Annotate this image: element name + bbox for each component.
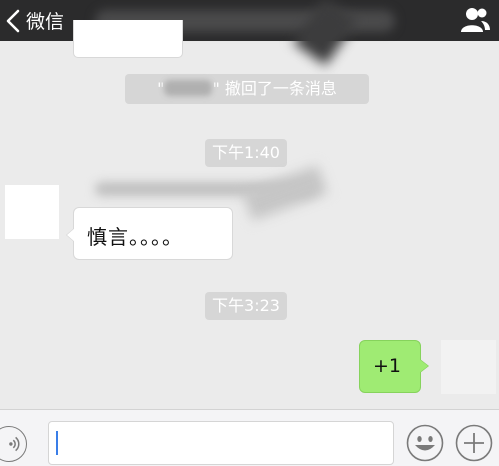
timestamp: 下午1:40 — [205, 139, 287, 167]
text-caret — [56, 431, 58, 455]
back-label: 微信 — [26, 11, 65, 33]
incoming-message-text: 慎言。。。。 — [87, 225, 183, 249]
my-avatar[interactable] — [441, 340, 496, 394]
timestamp: 下午3:23 — [205, 292, 287, 320]
outgoing-message-bubble[interactable]: +1 — [359, 340, 429, 393]
recall-notice-prefix: " — [157, 79, 165, 98]
chevron-left-icon — [6, 9, 20, 32]
plus-icon[interactable] — [455, 424, 493, 462]
outgoing-message-text: +1 — [373, 355, 402, 377]
contact-info-icon[interactable] — [459, 4, 491, 36]
incoming-message-bubble[interactable]: 慎言。。。。 — [66, 207, 233, 260]
back-button[interactable]: 微信 — [4, 0, 64, 41]
recall-notice-text: " 撤回了一条消息 — [212, 79, 337, 98]
avatar[interactable] — [5, 185, 59, 239]
recalled-user-name-redacted — [164, 80, 213, 96]
previous-message-bubble[interactable] — [73, 20, 183, 58]
emoji-icon[interactable] — [406, 424, 444, 462]
message-input[interactable] — [48, 421, 394, 465]
recall-notice: " " 撤回了一条消息 — [125, 74, 369, 104]
voice-icon[interactable] — [0, 426, 27, 462]
